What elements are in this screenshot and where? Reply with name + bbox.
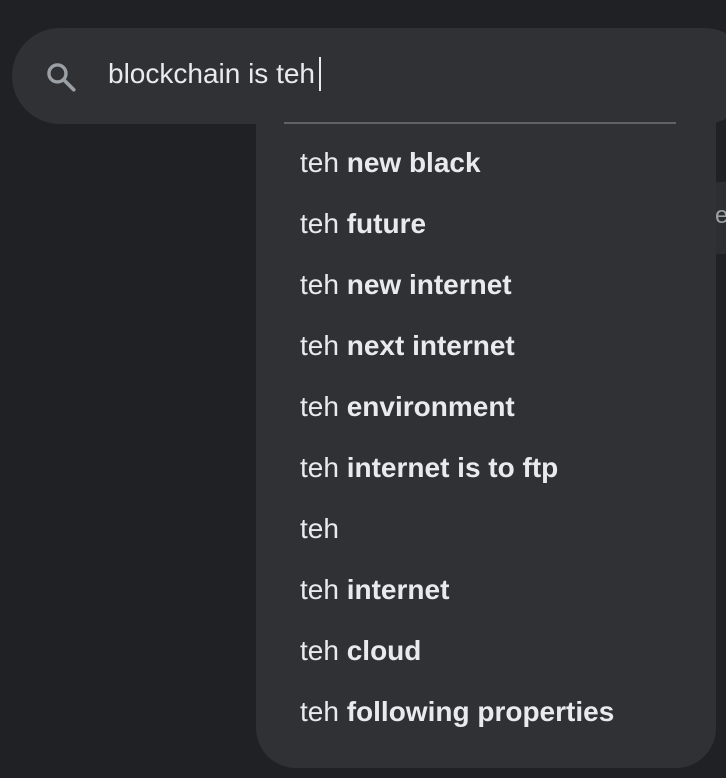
search-query-text: blockchain is teh (108, 58, 316, 89)
suggestion-item[interactable]: teh new black (256, 132, 716, 193)
suggestion-prefix: teh (300, 696, 339, 727)
suggestion-prefix: teh (300, 635, 339, 666)
suggestion-completion: new black (346, 147, 481, 178)
page: e blockchain is teh teh new black teh fu… (0, 0, 726, 778)
text-caret (319, 56, 322, 91)
background-partial-text: e (715, 202, 726, 229)
suggestion-item[interactable]: teh next internet (256, 315, 716, 376)
suggestion-item[interactable]: teh future (256, 193, 716, 254)
suggestion-item[interactable]: teh environment (256, 376, 716, 437)
search-input[interactable]: blockchain is teh (108, 52, 322, 96)
suggestion-item[interactable]: teh following properties (256, 681, 716, 742)
suggestion-prefix: teh (300, 147, 339, 178)
suggestion-prefix: teh (300, 269, 339, 300)
suggestion-prefix: teh (300, 452, 339, 483)
suggestions-list: teh new black teh future teh new interne… (256, 132, 716, 742)
suggestion-completion: next internet (346, 330, 515, 361)
suggestion-completion: internet is to ftp (346, 452, 559, 483)
suggestion-prefix: teh (300, 208, 339, 239)
suggestion-prefix: teh (300, 513, 339, 544)
suggestion-item[interactable]: teh new internet (256, 254, 716, 315)
suggestion-completion: environment (346, 391, 515, 422)
search-icon[interactable] (44, 60, 78, 94)
suggestion-item[interactable]: teh (256, 498, 716, 559)
suggestion-prefix: teh (300, 391, 339, 422)
suggestion-completion: cloud (346, 635, 422, 666)
suggestion-item[interactable]: teh internet (256, 559, 716, 620)
suggestion-prefix: teh (300, 330, 339, 361)
suggestion-completion: internet (346, 574, 450, 605)
suggestion-completion: following properties (346, 696, 615, 727)
suggestion-completion: new internet (346, 269, 512, 300)
suggestion-item[interactable]: teh cloud (256, 620, 716, 681)
suggestion-item[interactable]: teh internet is to ftp (256, 437, 716, 498)
dropdown-divider (284, 122, 676, 124)
suggestion-prefix: teh (300, 574, 339, 605)
suggestions-dropdown: teh new black teh future teh new interne… (256, 100, 716, 768)
suggestion-completion: future (346, 208, 427, 239)
